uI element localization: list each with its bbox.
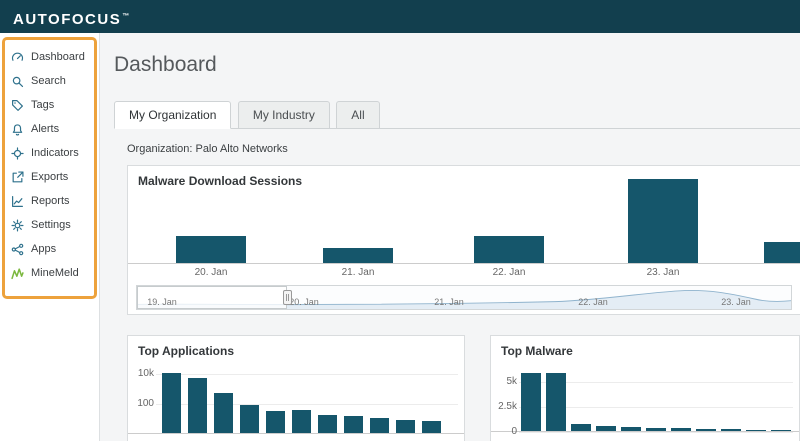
top-applications-title: Top Applications — [138, 344, 234, 358]
sidebar-item-search[interactable]: Search — [0, 69, 99, 93]
chart-bar — [596, 426, 616, 431]
chart-bar — [176, 236, 246, 263]
sidebar-item-reports[interactable]: Reports — [0, 189, 99, 213]
chart-bar — [266, 411, 285, 433]
chart-bar — [422, 421, 441, 433]
search-icon — [11, 75, 24, 88]
trademark-symbol: ™ — [122, 13, 129, 20]
chart-bar — [188, 378, 207, 433]
sidebar-item-label: Search — [31, 75, 66, 87]
y-axis-label: 5k — [493, 376, 517, 387]
chart-bar — [318, 415, 337, 433]
y-axis-label: 100 — [130, 398, 154, 409]
navigator-label: 19. Jan — [147, 297, 177, 307]
gears-icon — [11, 219, 24, 232]
chart-bar — [323, 248, 393, 263]
bell-icon — [11, 123, 24, 136]
sidebar-item-label: Dashboard — [31, 51, 85, 63]
navigator-label: 22. Jan — [578, 297, 608, 307]
tabbar: My Organization My Industry All — [114, 101, 800, 129]
sidebar-item-minemeld[interactable]: MineMeld — [0, 261, 99, 285]
chart-bar — [344, 416, 363, 433]
malware-sessions-plot — [128, 180, 800, 264]
malware-navigator[interactable]: 19. Jan 20. Jan 21. Jan 22. Jan 23. Jan — [136, 285, 792, 310]
organization-label: Organization: Palo Alto Networks — [127, 143, 800, 155]
x-axis-label: 20. Jan — [195, 267, 228, 278]
sidebar-item-indicators[interactable]: Indicators — [0, 141, 99, 165]
export-icon — [11, 171, 24, 184]
chart-bar — [240, 405, 259, 433]
chart-bar — [671, 428, 691, 431]
tab-my-organization[interactable]: My Organization — [114, 101, 231, 129]
sidebar-item-label: Indicators — [31, 147, 79, 159]
y-axis-label: 2.5k — [493, 401, 517, 412]
dashboard-icon — [11, 51, 24, 64]
sidebar: Dashboard Search Tags Alerts Indicators … — [0, 33, 100, 441]
sidebar-item-settings[interactable]: Settings — [0, 213, 99, 237]
sidebar-item-label: Exports — [31, 171, 68, 183]
tab-my-industry[interactable]: My Industry — [238, 101, 330, 129]
chart-bar — [571, 424, 591, 431]
sidebar-item-label: Apps — [31, 243, 56, 255]
gridline — [156, 374, 458, 375]
top-malware-title: Top Malware — [501, 344, 573, 358]
chart-bar — [521, 373, 541, 431]
chart-bar — [696, 429, 716, 431]
tag-icon — [11, 99, 24, 112]
chart-bar — [546, 373, 566, 431]
top-applications-panel: Top Applications 10k 100 — [127, 335, 465, 441]
chart-bar — [646, 428, 666, 431]
x-axis-label: 21. Jan — [342, 267, 375, 278]
navigator-label: 23. Jan — [721, 297, 751, 307]
x-axis-label: 22. Jan — [493, 267, 526, 278]
chart-bar — [621, 427, 641, 431]
chart-bar — [764, 242, 800, 263]
malware-sessions-panel: Malware Download Sessions 20. Jan 21. Jan… — [127, 165, 800, 315]
top-malware-panel: Top Malware 5k 2.5k 0 — [490, 335, 800, 441]
navigator-label: 20. Jan — [289, 297, 319, 307]
sidebar-item-label: Tags — [31, 99, 54, 111]
sidebar-item-exports[interactable]: Exports — [0, 165, 99, 189]
malware-panel-title: Malware Download Sessions — [138, 174, 302, 188]
crosshair-icon — [11, 147, 24, 160]
tab-all[interactable]: All — [336, 101, 379, 129]
navigator-handle[interactable] — [283, 290, 292, 305]
chart-bar — [162, 373, 181, 433]
chart-bar — [628, 179, 698, 263]
gridline — [519, 432, 793, 433]
chart-bar — [214, 393, 233, 433]
chart-bar — [746, 430, 766, 431]
sidebar-item-alerts[interactable]: Alerts — [0, 117, 99, 141]
share-nodes-icon — [11, 243, 24, 256]
app-title: AUTOFOCUS — [13, 11, 121, 28]
sidebar-item-dashboard[interactable]: Dashboard — [0, 45, 99, 69]
top-applications-plot: 10k 100 — [128, 362, 464, 434]
y-axis-label: 0 — [493, 426, 517, 437]
sidebar-item-label: Reports — [31, 195, 70, 207]
sidebar-item-tags[interactable]: Tags — [0, 93, 99, 117]
page-title: Dashboard — [114, 53, 800, 77]
minemeld-icon — [11, 267, 24, 280]
navigator-label: 21. Jan — [434, 297, 464, 307]
sidebar-item-apps[interactable]: Apps — [0, 237, 99, 261]
bottom-panels-row: Top Applications 10k 100 Top Malware 5k 2.… — [127, 335, 800, 441]
app-logo: AUTOFOCUS™ — [0, 0, 129, 36]
chart-bar — [721, 429, 741, 431]
line-chart-icon — [11, 195, 24, 208]
chart-bar — [370, 418, 389, 433]
sidebar-item-label: Alerts — [31, 123, 59, 135]
main-content: Dashboard My Organization My Industry Al… — [100, 33, 800, 441]
y-axis-label: 10k — [130, 368, 154, 379]
x-axis-label: 23. Jan — [647, 267, 680, 278]
sidebar-item-label: Settings — [31, 219, 71, 231]
chart-bar — [771, 430, 791, 431]
topbar: AUTOFOCUS™ — [0, 0, 800, 33]
malware-x-axis: 20. Jan 21. Jan 22. Jan 23. Jan — [128, 266, 800, 280]
chart-bar — [474, 236, 544, 263]
chart-bar — [292, 410, 311, 433]
chart-bar — [396, 420, 415, 433]
top-malware-plot: 5k2.5k0 — [491, 362, 799, 432]
sidebar-item-label: MineMeld — [31, 267, 79, 279]
